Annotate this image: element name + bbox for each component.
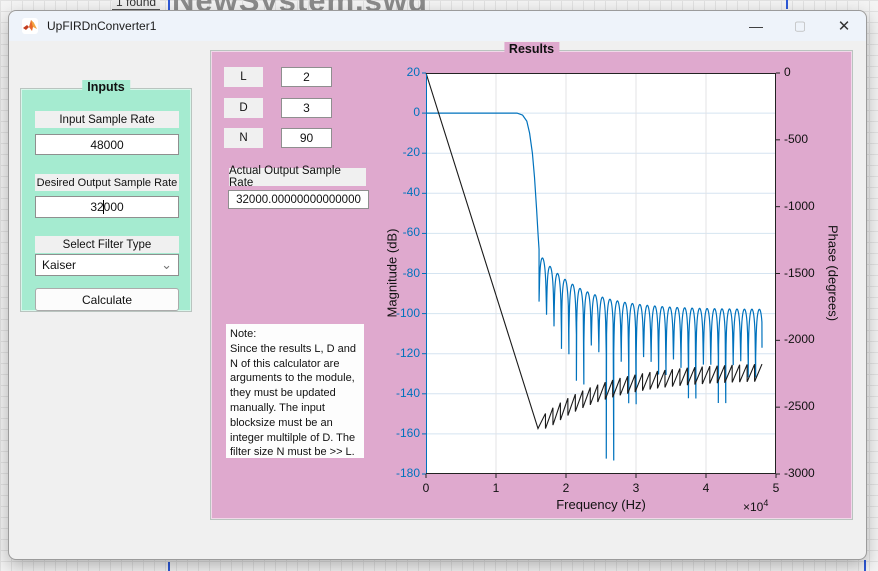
screen: NewSystem.swd 1 found UpFIRDnConverter1 … [0,0,878,571]
result-D-label: D [224,98,263,118]
magnitude-axis-label: Magnitude (dB) [385,229,400,318]
minimize-button[interactable]: — [734,11,778,41]
result-D-field[interactable]: 3 [281,98,332,118]
y-tick-label-left: -100 [376,306,420,321]
y-tick-label-right: -1500 [784,266,828,281]
desired-output-sample-rate-field[interactable]: 32000 [35,196,179,218]
x-tick-label: 5 [761,481,791,496]
y-tick-label-left: -120 [376,346,420,361]
calculate-button[interactable]: Calculate [35,288,179,311]
y-tick-label-right: -2500 [784,399,828,414]
background-signal-line [168,562,170,571]
y-tick-label-right: -3000 [784,466,828,481]
y-tick-label-left: 20 [376,65,420,80]
result-L-label: L [224,67,263,87]
phase-axis-label: Phase (degrees) [826,225,841,321]
x-tick-label: 4 [691,481,721,496]
background-signal-line [786,0,788,9]
y-tick-label-left: -80 [376,266,420,281]
y-tick-label-left: -160 [376,426,420,441]
y-tick-label-left: -180 [376,466,420,481]
select-filter-type-label: Select Filter Type [35,236,179,253]
y-tick-label-left: -60 [376,225,420,240]
x-axis-multiplier: ×104 [743,498,768,514]
actual-output-sample-rate-label: Actual Output Sample Rate [229,168,366,186]
inputs-panel: Inputs Input Sample Rate 48000 Desired O… [20,88,192,312]
window-title: UpFIRDnConverter1 [47,19,156,33]
result-N-field[interactable]: 90 [281,128,332,148]
inputs-panel-title: Inputs [82,80,130,94]
y-tick-label-left: 0 [376,105,420,120]
desired-output-sample-rate-value: 32000 [90,200,123,214]
y-tick-label-right: -1000 [784,199,828,214]
results-panel: Results L 2 D 3 N 90 Actual Output Sampl… [210,50,853,520]
window-controls: — ▢ ✕ [734,11,866,41]
y-tick-label-left: -40 [376,185,420,200]
frequency-axis-label: Frequency (Hz) [556,497,646,512]
y-tick-label-right: -500 [784,132,828,147]
chevron-down-icon: ⌄ [161,257,172,273]
background-signal-line [864,560,866,571]
desired-output-sample-rate-label: Desired Output Sample Rate [35,174,179,191]
results-panel-title: Results [504,42,559,56]
y-tick-label-left: -140 [376,386,420,401]
y-tick-label-right: 0 [784,65,828,80]
filter-type-selected-value: Kaiser [42,258,76,272]
filter-response-plot [426,73,776,474]
result-L-field[interactable]: 2 [281,67,332,87]
titlebar[interactable]: UpFIRDnConverter1 — ▢ ✕ [9,11,866,41]
close-button[interactable]: ✕ [822,11,866,41]
background-signal-line [168,0,170,10]
actual-output-sample-rate-field[interactable]: 32000.00000000000000 [228,190,369,209]
x-tick-label: 2 [551,481,581,496]
x-tick-label: 0 [411,481,441,496]
text-caret [103,200,104,214]
note-text: Note: Since the results L, D and N of th… [226,324,364,458]
result-N-label: N [224,128,263,148]
filter-type-dropdown[interactable]: Kaiser ⌄ [35,254,179,276]
x-tick-label: 1 [481,481,511,496]
x-tick-label: 3 [621,481,651,496]
y-tick-label-left: -20 [376,145,420,160]
matlab-icon [22,18,38,34]
y-tick-label-right: -2000 [784,332,828,347]
input-sample-rate-label: Input Sample Rate [35,111,179,128]
input-sample-rate-field[interactable]: 48000 [35,134,179,155]
maximize-button[interactable]: ▢ [778,11,822,41]
plot-canvas [426,73,776,474]
